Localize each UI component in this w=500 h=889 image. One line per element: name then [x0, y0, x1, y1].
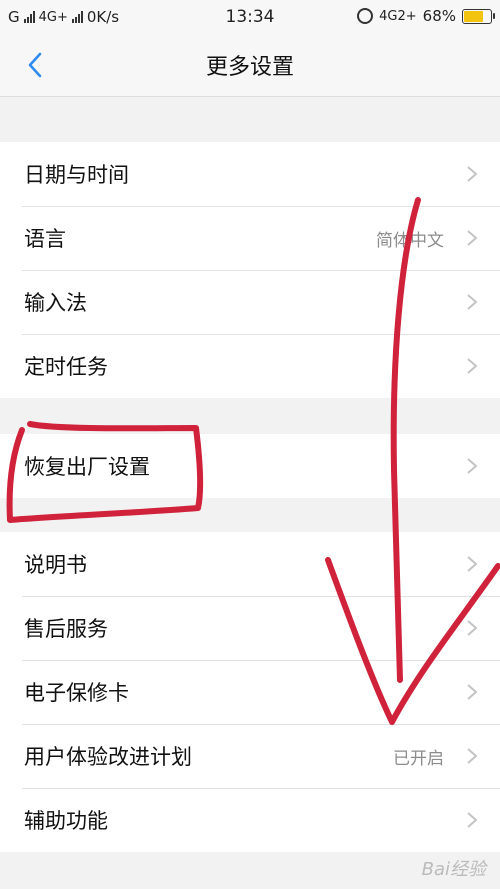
row-label: 恢复出厂设置: [24, 455, 150, 479]
battery-fill: [464, 10, 484, 22]
page-title: 更多设置: [205, 55, 294, 80]
chevron-right-icon: [467, 748, 478, 764]
row-label: 辅助功能: [24, 809, 108, 833]
settings-row-scheduled-tasks[interactable]: 定时任务: [0, 334, 500, 398]
status-right: 4G2+ 68%: [357, 7, 495, 25]
chevron-right-icon: [467, 620, 478, 636]
settings-group-reset: 恢复出厂设置: [0, 434, 500, 498]
settings-row-date-time[interactable]: 日期与时间: [0, 142, 500, 206]
chevron-right-icon: [467, 358, 478, 374]
row-label: 电子保修卡: [24, 681, 129, 705]
alarm-icon: [357, 8, 374, 24]
settings-row-factory-reset[interactable]: 恢复出厂设置: [0, 434, 500, 498]
chevron-right-icon: [467, 294, 478, 310]
settings-row-accessibility[interactable]: 辅助功能: [0, 788, 500, 852]
row-label: 说明书: [24, 553, 87, 577]
chevron-right-icon: [467, 166, 478, 182]
settings-group-support: 说明书 售后服务 电子保修卡 用户体验改进计划 已开启 辅助功能: [0, 532, 500, 852]
header: 更多设置: [0, 34, 500, 97]
chevron-right-icon: [467, 458, 478, 474]
row-label: 售后服务: [24, 617, 108, 641]
settings-row-manual[interactable]: 说明书: [0, 532, 500, 596]
row-label: 语言: [24, 227, 66, 251]
battery-percent: 68%: [422, 7, 456, 25]
network-right-label: 4G2+: [379, 8, 417, 24]
settings-group-general: 日期与时间 语言 简体中文 输入法 定时任务: [0, 142, 500, 398]
row-label: 输入法: [24, 291, 87, 315]
chevron-right-icon: [467, 230, 478, 246]
settings-row-warranty-card[interactable]: 电子保修卡: [0, 660, 500, 724]
row-label: 用户体验改进计划: [24, 745, 192, 769]
chevron-right-icon: [467, 556, 478, 572]
row-value: 简体中文: [376, 230, 444, 251]
row-label: 日期与时间: [24, 163, 129, 187]
settings-row-user-experience[interactable]: 用户体验改进计划 已开启: [0, 724, 500, 788]
chevron-right-icon: [467, 812, 478, 828]
chevron-right-icon: [467, 684, 478, 700]
battery-icon: [462, 8, 495, 24]
row-label: 定时任务: [24, 355, 108, 379]
status-bar: G 4G+ 0K/s 13:34 4G2+ 68%: [0, 0, 500, 34]
settings-row-after-sales[interactable]: 售后服务: [0, 596, 500, 660]
row-value: 已开启: [393, 748, 444, 769]
watermark: Bai经验: [421, 859, 486, 880]
settings-row-input-method[interactable]: 输入法: [0, 270, 500, 334]
settings-row-language[interactable]: 语言 简体中文: [0, 206, 500, 270]
